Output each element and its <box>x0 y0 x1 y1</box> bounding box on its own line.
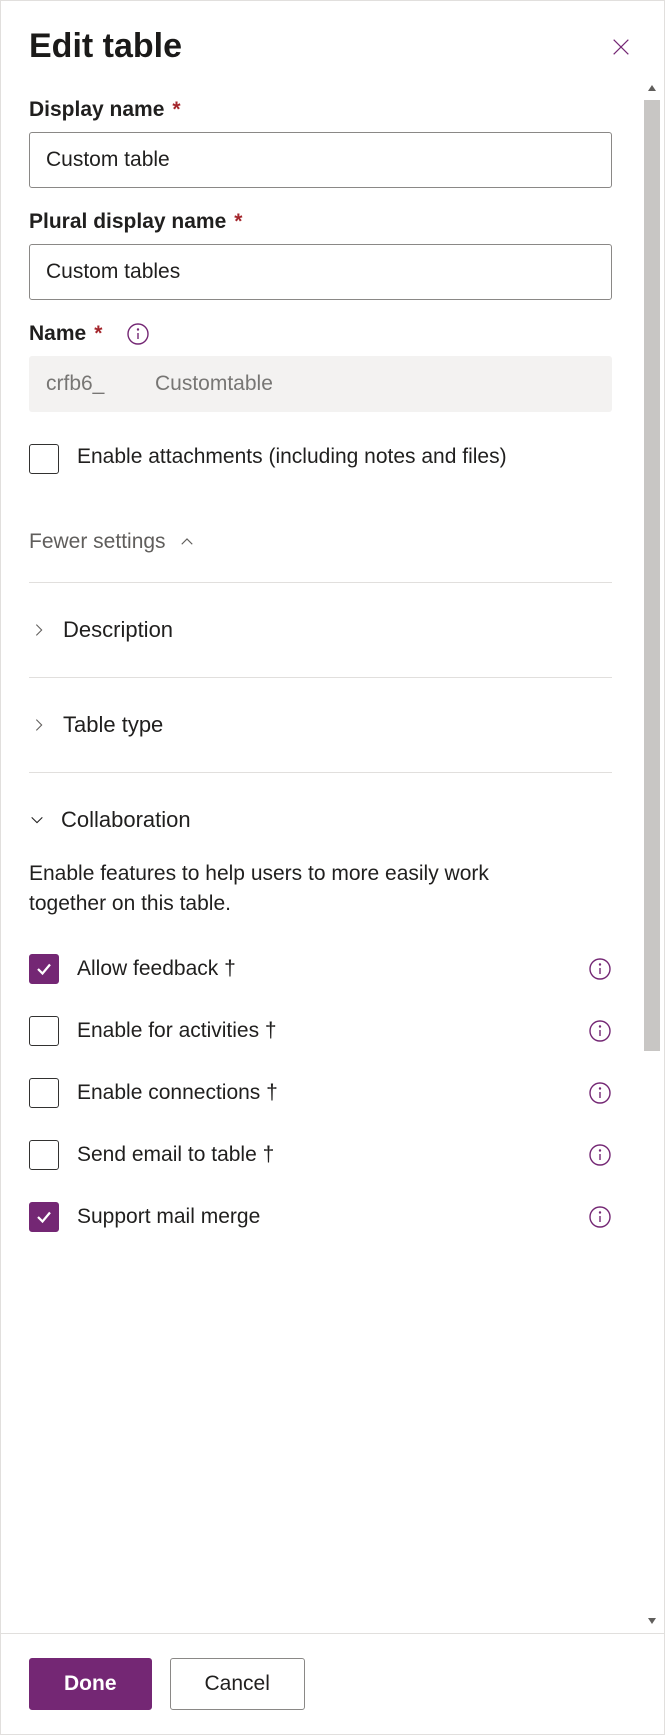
collaboration-item-label: Support mail merge <box>77 1205 554 1229</box>
scrollbar[interactable] <box>640 76 664 1633</box>
plural-name-field: Plural display name * <box>29 210 612 300</box>
plural-name-label: Plural display name * <box>29 210 612 234</box>
close-icon <box>610 36 632 58</box>
collaboration-item: Support mail merge <box>29 1186 612 1248</box>
required-asterisk: * <box>172 98 180 122</box>
info-icon[interactable] <box>588 1205 612 1229</box>
collaboration-checkbox[interactable] <box>29 1140 59 1170</box>
collaboration-item-label: Allow feedback † <box>77 957 554 981</box>
accordion-description[interactable]: Description <box>29 583 612 678</box>
panel-header: Edit table <box>1 1 664 76</box>
scroll-down-arrow[interactable] <box>640 1609 664 1633</box>
info-icon[interactable] <box>588 1143 612 1167</box>
collaboration-checkbox[interactable] <box>29 1078 59 1108</box>
check-icon <box>35 960 53 978</box>
info-icon[interactable] <box>588 1019 612 1043</box>
display-name-input[interactable] <box>29 132 612 188</box>
name-prefix-input <box>29 356 139 412</box>
attachments-checkbox[interactable] <box>29 444 59 474</box>
collaboration-checkbox[interactable] <box>29 1202 59 1232</box>
chevron-right-icon <box>31 622 47 638</box>
panel-footer: Done Cancel <box>1 1633 664 1734</box>
collaboration-item-label: Enable for activities † <box>77 1019 554 1043</box>
collaboration-item: Allow feedback † <box>29 938 612 1000</box>
collaboration-checkbox[interactable] <box>29 1016 59 1046</box>
info-icon[interactable] <box>588 1081 612 1105</box>
chevron-down-icon <box>29 812 45 828</box>
panel-title: Edit table <box>29 27 182 66</box>
name-field: Name * <box>29 322 612 412</box>
attachments-checkbox-row: Enable attachments (including notes and … <box>29 442 612 474</box>
collaboration-item: Send email to table † <box>29 1124 612 1186</box>
collaboration-item-label: Enable connections † <box>77 1081 554 1105</box>
check-icon <box>35 1208 53 1226</box>
form-content: Display name * Plural display name * Nam… <box>1 76 640 1633</box>
scroll-up-arrow[interactable] <box>640 76 664 100</box>
plural-name-input[interactable] <box>29 244 612 300</box>
name-label: Name * <box>29 322 612 346</box>
scroll-thumb[interactable] <box>644 100 660 1051</box>
info-icon[interactable] <box>126 322 150 346</box>
scroll-track[interactable] <box>640 100 664 1609</box>
required-asterisk: * <box>234 210 242 234</box>
close-button[interactable] <box>606 32 636 62</box>
collaboration-list: Allow feedback † Enable for activities † E… <box>29 938 612 1248</box>
attachments-label: Enable attachments (including notes and … <box>77 442 612 471</box>
collaboration-section: Collaboration Enable features to help us… <box>29 773 612 1248</box>
fewer-settings-toggle[interactable]: Fewer settings <box>29 530 612 554</box>
info-icon[interactable] <box>588 957 612 981</box>
accordion-table-type[interactable]: Table type <box>29 678 612 773</box>
display-name-field: Display name * <box>29 98 612 188</box>
collaboration-checkbox[interactable] <box>29 954 59 984</box>
display-name-label: Display name * <box>29 98 612 122</box>
collaboration-description: Enable features to help users to more ea… <box>29 859 499 920</box>
collaboration-item-label: Send email to table † <box>77 1143 554 1167</box>
chevron-up-icon <box>178 533 196 551</box>
required-asterisk: * <box>94 322 102 346</box>
name-value-input <box>139 356 612 412</box>
collaboration-header[interactable]: Collaboration <box>29 807 612 833</box>
collaboration-item: Enable for activities † <box>29 1000 612 1062</box>
collaboration-item: Enable connections † <box>29 1062 612 1124</box>
done-button[interactable]: Done <box>29 1658 152 1710</box>
edit-table-panel: Edit table Display name * Plural display… <box>0 0 665 1735</box>
scroll-area: Display name * Plural display name * Nam… <box>1 76 664 1633</box>
cancel-button[interactable]: Cancel <box>170 1658 305 1710</box>
chevron-right-icon <box>31 717 47 733</box>
